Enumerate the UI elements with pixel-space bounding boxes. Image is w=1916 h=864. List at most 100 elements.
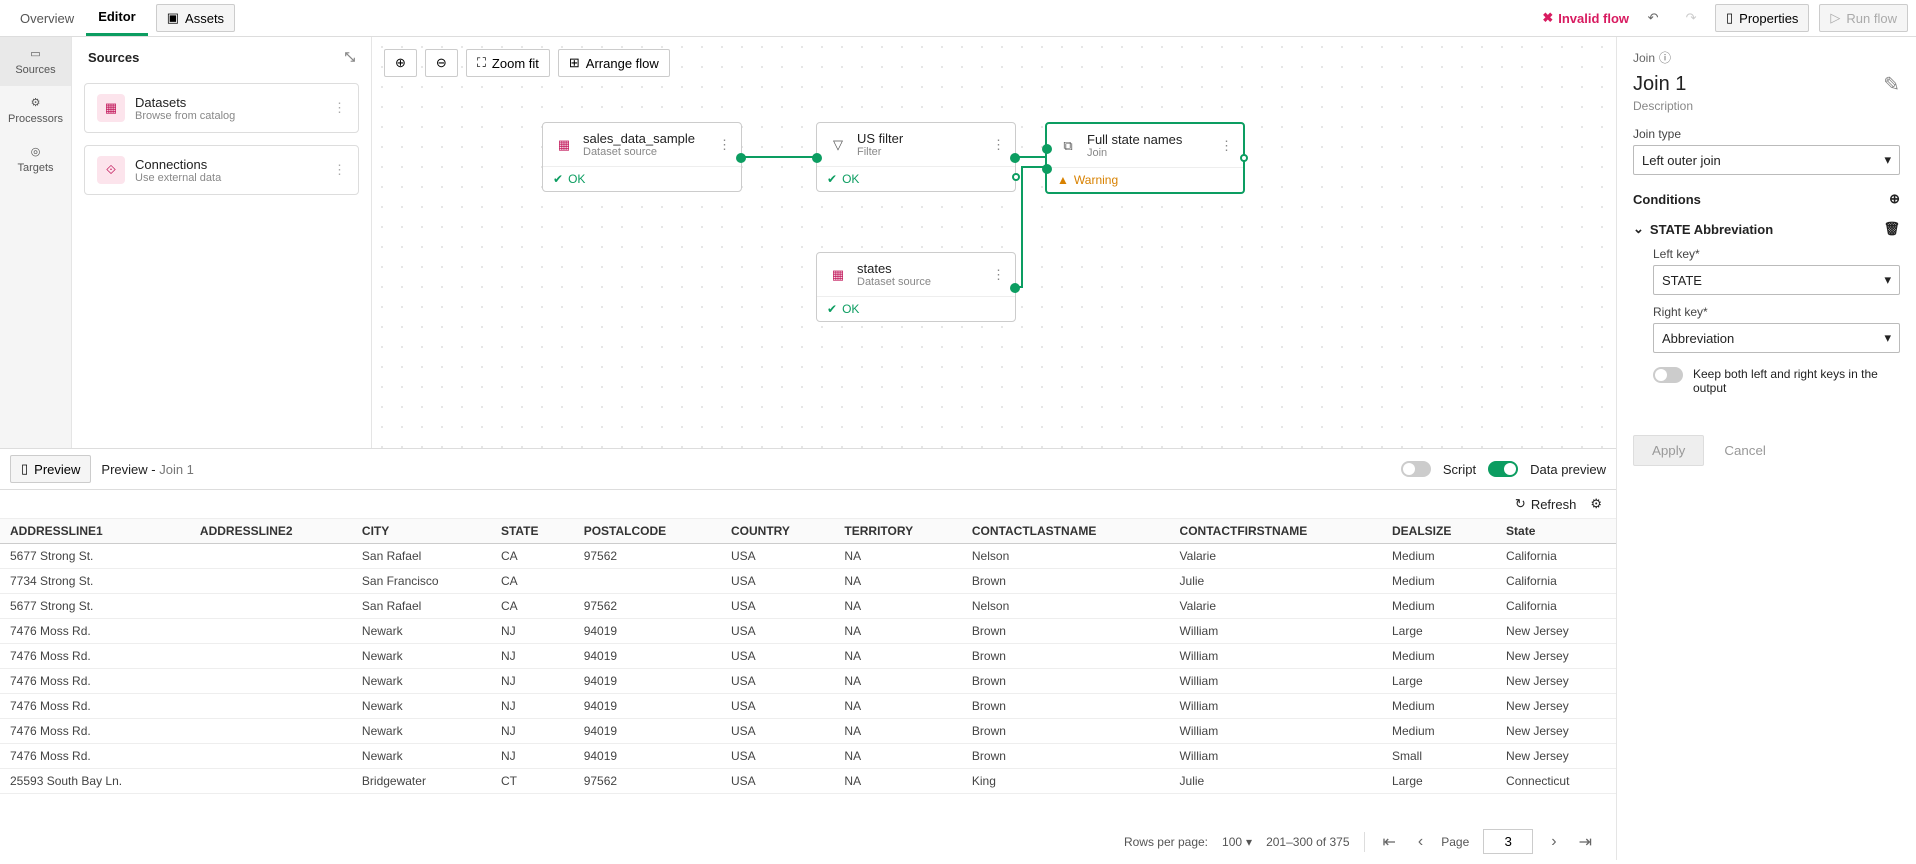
- edit-icon[interactable]: ✎: [1883, 72, 1900, 97]
- table-cell: New Jersey: [1496, 644, 1616, 669]
- zoom-out-button[interactable]: ⊖: [425, 49, 458, 77]
- rail-processors[interactable]: ⚙ Processors: [0, 86, 71, 135]
- output-port-2[interactable]: [1012, 173, 1020, 181]
- zoom-in-button[interactable]: ⊕: [384, 49, 417, 77]
- table-row[interactable]: 7476 Moss Rd.NewarkNJ94019USANABrownWill…: [0, 719, 1616, 744]
- chevron-down-icon: ▾: [1884, 272, 1891, 288]
- column-header[interactable]: COUNTRY: [721, 519, 834, 544]
- node-menu-icon[interactable]: ⋮: [1220, 138, 1233, 154]
- page-input[interactable]: [1483, 829, 1533, 854]
- node-menu-icon[interactable]: ⋮: [992, 137, 1005, 153]
- column-header[interactable]: TERRITORY: [834, 519, 961, 544]
- table-row[interactable]: 7476 Moss Rd.NewarkNJ94019USANABrownWill…: [0, 619, 1616, 644]
- undo-button[interactable]: ↶: [1639, 4, 1667, 32]
- source-card-datasets[interactable]: ▦ Datasets Browse from catalog ⋮: [84, 83, 359, 133]
- table-cell: [190, 544, 352, 569]
- apply-button[interactable]: Apply: [1633, 435, 1704, 466]
- targets-icon: ◎: [31, 145, 41, 158]
- column-header[interactable]: DEALSIZE: [1382, 519, 1496, 544]
- rail-sources-label: Sources: [15, 64, 55, 76]
- column-header[interactable]: State: [1496, 519, 1616, 544]
- table-cell: Brown: [962, 619, 1170, 644]
- last-page-button[interactable]: ⇥: [1575, 832, 1596, 852]
- inspector-description[interactable]: Description: [1633, 99, 1900, 113]
- properties-label: Properties: [1739, 11, 1798, 26]
- column-header[interactable]: ADDRESSLINE2: [190, 519, 352, 544]
- arrange-flow-button[interactable]: ⊞ Arrange flow: [558, 49, 670, 77]
- column-header[interactable]: CONTACTFIRSTNAME: [1170, 519, 1382, 544]
- info-icon[interactable]: ⓘ: [1659, 49, 1671, 66]
- prev-page-button[interactable]: ‹: [1414, 833, 1427, 851]
- node-full-state-names[interactable]: ⧉ Full state names Join ⋮ ▲ Warning: [1045, 122, 1245, 194]
- invalid-flow-badge: ✖ Invalid flow: [1542, 10, 1629, 26]
- node-states[interactable]: ▦ states Dataset source ⋮ ✔ OK: [816, 252, 1016, 322]
- node-menu-icon[interactable]: ⋮: [992, 267, 1005, 283]
- table-cell: Brown: [962, 569, 1170, 594]
- table-row[interactable]: 7476 Moss Rd.NewarkNJ94019USANABrownWill…: [0, 644, 1616, 669]
- right-key-label: Right key*: [1653, 305, 1900, 319]
- settings-icon[interactable]: ⚙: [1590, 496, 1602, 512]
- drag-handle-icon[interactable]: ⋮: [333, 162, 346, 178]
- node-us-filter[interactable]: ▽ US filter Filter ⋮ ✔ OK: [816, 122, 1016, 192]
- table-cell: California: [1496, 544, 1616, 569]
- column-header[interactable]: CITY: [352, 519, 491, 544]
- input-port-right[interactable]: [1042, 164, 1052, 174]
- error-icon: ✖: [1542, 10, 1553, 26]
- table-row[interactable]: 7476 Moss Rd.NewarkNJ94019USANABrownWill…: [0, 694, 1616, 719]
- run-flow-button[interactable]: ▷ Run flow: [1819, 4, 1908, 32]
- preview-table-wrap[interactable]: ADDRESSLINE1ADDRESSLINE2CITYSTATEPOSTALC…: [0, 519, 1616, 819]
- table-cell: CA: [491, 569, 574, 594]
- script-toggle[interactable]: [1401, 461, 1431, 477]
- rows-per-page-select[interactable]: 100 ▾: [1222, 835, 1252, 849]
- next-page-button[interactable]: ›: [1547, 833, 1560, 851]
- join-type-select[interactable]: Left outer join ▾: [1633, 145, 1900, 175]
- zoom-fit-button[interactable]: ⛶ Zoom fit: [466, 49, 550, 77]
- column-header[interactable]: POSTALCODE: [574, 519, 721, 544]
- rail-targets[interactable]: ◎ Targets: [0, 135, 71, 184]
- keep-both-keys-toggle[interactable]: [1653, 367, 1683, 383]
- table-row[interactable]: 7476 Moss Rd.NewarkNJ94019USANABrownWill…: [0, 744, 1616, 769]
- condition-1-header[interactable]: ⌄ STATE Abbreviation 🗑: [1633, 221, 1900, 237]
- output-port[interactable]: [1240, 154, 1248, 162]
- output-port[interactable]: [736, 153, 746, 163]
- table-cell: 5677 Strong St.: [0, 544, 190, 569]
- table-row[interactable]: 5677 Strong St.San RafaelCA97562USANANel…: [0, 594, 1616, 619]
- assets-button[interactable]: ▣ Assets: [156, 4, 235, 32]
- tab-editor[interactable]: Editor: [86, 0, 148, 36]
- card-title: Connections: [135, 157, 221, 172]
- cancel-button[interactable]: Cancel: [1716, 435, 1774, 466]
- refresh-button[interactable]: ↻ Refresh: [1515, 496, 1576, 512]
- redo-button[interactable]: ↷: [1677, 4, 1705, 32]
- table-row[interactable]: 25593 South Bay Ln.BridgewaterCT97562USA…: [0, 769, 1616, 794]
- table-cell: NJ: [491, 644, 574, 669]
- node-menu-icon[interactable]: ⋮: [718, 137, 731, 153]
- properties-button[interactable]: ▯ Properties: [1715, 4, 1809, 32]
- drag-handle-icon[interactable]: ⋮: [333, 100, 346, 116]
- output-port[interactable]: [1010, 283, 1020, 293]
- column-header[interactable]: CONTACTLASTNAME: [962, 519, 1170, 544]
- output-port[interactable]: [1010, 153, 1020, 163]
- source-card-connections[interactable]: ⟐ Connections Use external data ⋮: [84, 145, 359, 195]
- table-row[interactable]: 7476 Moss Rd.NewarkNJ94019USANABrownWill…: [0, 669, 1616, 694]
- tab-overview[interactable]: Overview: [8, 2, 86, 35]
- column-header[interactable]: STATE: [491, 519, 574, 544]
- table-cell: NA: [834, 544, 961, 569]
- table-cell: [190, 644, 352, 669]
- table-row[interactable]: 7734 Strong St.San FranciscoCAUSANABrown…: [0, 569, 1616, 594]
- column-header[interactable]: ADDRESSLINE1: [0, 519, 190, 544]
- table-cell: [190, 569, 352, 594]
- add-condition-icon[interactable]: ⊕: [1889, 191, 1900, 207]
- preview-button[interactable]: ▯ Preview: [10, 455, 91, 483]
- delete-icon[interactable]: 🗑: [1883, 221, 1900, 237]
- table-row[interactable]: 5677 Strong St.San RafaelCA97562USANANel…: [0, 544, 1616, 569]
- input-port-left[interactable]: [1042, 144, 1052, 154]
- table-cell: Large: [1382, 769, 1496, 794]
- data-preview-toggle[interactable]: [1488, 461, 1518, 477]
- first-page-button[interactable]: ⇤: [1379, 832, 1400, 852]
- right-key-select[interactable]: Abbreviation ▾: [1653, 323, 1900, 353]
- collapse-icon[interactable]: ⤡: [345, 49, 355, 65]
- left-key-select[interactable]: STATE ▾: [1653, 265, 1900, 295]
- input-port[interactable]: [812, 153, 822, 163]
- rail-sources[interactable]: ▭ Sources: [0, 37, 71, 86]
- node-sales-data-sample[interactable]: ▦ sales_data_sample Dataset source ⋮ ✔ O…: [542, 122, 742, 192]
